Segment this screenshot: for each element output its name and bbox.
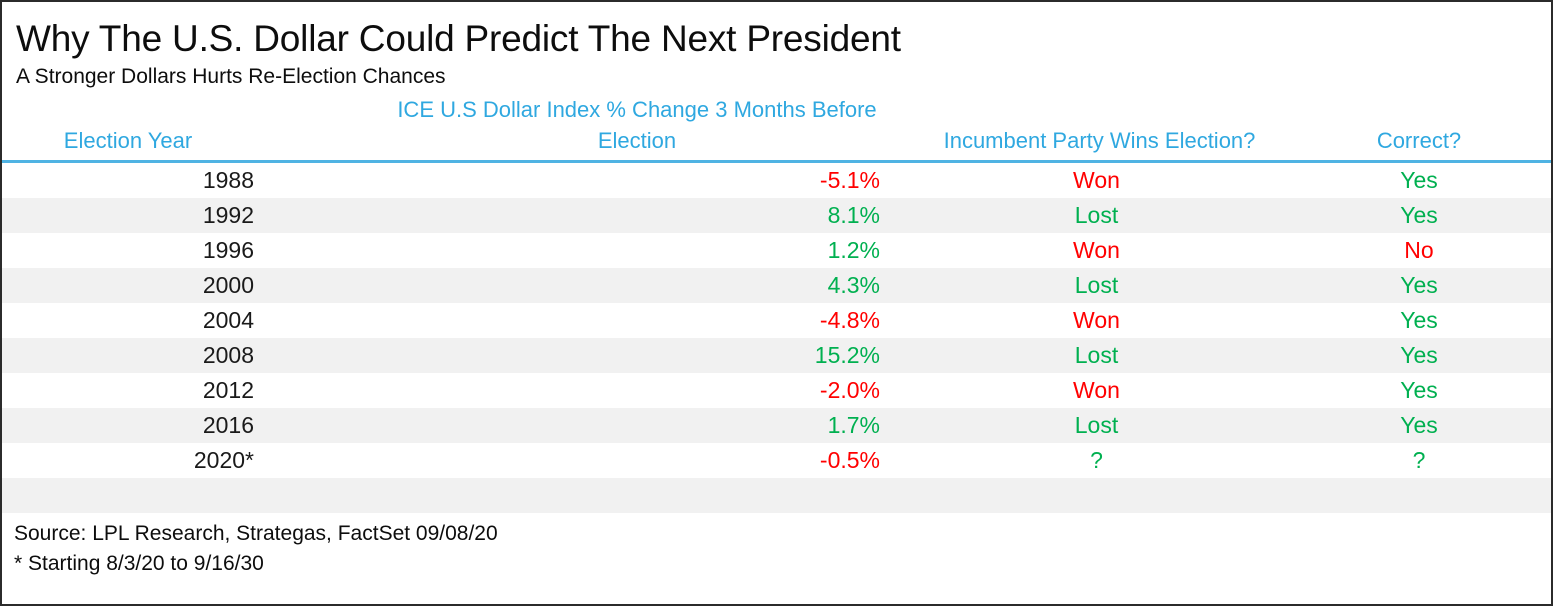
cell-dollar-change: 1.2% xyxy=(827,237,880,263)
cell-incumbent-wins: Won xyxy=(1073,307,1120,333)
cell-incumbent-wins: Won xyxy=(1073,167,1120,193)
cell-correct: ? xyxy=(1412,447,1426,473)
election-dollar-table: Election Year ICE U.S Dollar Index % Cha… xyxy=(2,94,1551,513)
cell-dollar-change: -2.0% xyxy=(819,377,880,403)
column-header-correct: Correct? xyxy=(1297,94,1551,163)
column-header-election-year: Election Year xyxy=(2,94,372,163)
cell-election-year: 2020* xyxy=(193,447,254,473)
table-body: 1988 -5.1% Won Yes 1992 8.1% Lost Yes 1996 1.2% Wo… xyxy=(2,162,1551,513)
cell-election-year: 1988 xyxy=(202,167,254,193)
cell-correct: Yes xyxy=(1297,408,1551,443)
cell-correct: Yes xyxy=(1400,167,1438,193)
spacer-cell xyxy=(2,478,372,513)
asterisk-note: * Starting 8/3/20 to 9/16/30 xyxy=(14,552,264,575)
cell-correct: Yes xyxy=(1400,307,1438,333)
cell-incumbent-wins: ? xyxy=(1090,447,1103,473)
footnote-block: Source: LPL Research, Strategas, FactSet… xyxy=(2,513,1551,579)
table-row: 2020* -0.5%?? xyxy=(2,443,1551,478)
cell-incumbent-wins: Lost xyxy=(902,408,1297,443)
cell-election-year: 1996 xyxy=(202,237,254,263)
cell-election-year: 2004 xyxy=(202,307,254,333)
table-row: 2012 -2.0% Won Yes xyxy=(2,373,1551,408)
table-row: 2000 4.3% Lost Yes xyxy=(2,268,1551,303)
cell-dollar-change: -5.1% xyxy=(819,167,880,193)
title-block: Why The U.S. Dollar Could Predict The Ne… xyxy=(2,2,1551,90)
cell-dollar-change: 15.2% xyxy=(372,338,902,373)
table-header: Election Year ICE U.S Dollar Index % Cha… xyxy=(2,94,1551,163)
spacer-cell xyxy=(902,478,1297,513)
cell-incumbent-wins: Lost xyxy=(902,338,1297,373)
cell-incumbent-wins: Won xyxy=(1073,377,1120,403)
column-header-dollar-change: ICE U.S Dollar Index % Change 3 Months B… xyxy=(372,94,902,163)
spacer-cell xyxy=(372,478,902,513)
cell-correct: Yes xyxy=(1297,198,1551,233)
cell-dollar-change: 8.1% xyxy=(372,198,902,233)
figure-container: Why The U.S. Dollar Could Predict The Ne… xyxy=(0,0,1553,606)
page-subtitle: A Stronger Dollars Hurts Re-Election Cha… xyxy=(16,65,446,88)
table-row: 1996 1.2% Won No xyxy=(2,233,1551,268)
table-row: 1992 8.1% Lost Yes xyxy=(2,198,1551,233)
source-note: Source: LPL Research, Strategas, FactSet… xyxy=(14,522,498,545)
cell-election-year: 2016 xyxy=(2,408,372,443)
page-title: Why The U.S. Dollar Could Predict The Ne… xyxy=(16,18,901,59)
cell-election-year: 2000 xyxy=(2,268,372,303)
table-row: 2008 15.2% Lost Yes xyxy=(2,338,1551,373)
column-header-incumbent-wins: Incumbent Party Wins Election? xyxy=(902,94,1297,163)
cell-election-year: 1992 xyxy=(2,198,372,233)
cell-dollar-change: -0.5% xyxy=(819,447,880,473)
table-row: 2016 1.7% Lost Yes xyxy=(2,408,1551,443)
table-spacer-row xyxy=(2,478,1551,513)
cell-correct: Yes xyxy=(1297,268,1551,303)
cell-dollar-change: -4.8% xyxy=(819,307,880,333)
spacer-cell xyxy=(1297,478,1551,513)
header-row: Election Year ICE U.S Dollar Index % Cha… xyxy=(2,94,1551,163)
cell-incumbent-wins: Lost xyxy=(902,268,1297,303)
table-wrapper: Election Year ICE U.S Dollar Index % Cha… xyxy=(2,94,1551,513)
cell-correct: Yes xyxy=(1400,377,1438,403)
cell-incumbent-wins: Won xyxy=(1073,237,1120,263)
cell-dollar-change: 1.7% xyxy=(372,408,902,443)
cell-election-year: 2012 xyxy=(202,377,254,403)
cell-election-year: 2008 xyxy=(2,338,372,373)
cell-correct: No xyxy=(1404,237,1434,263)
cell-correct: Yes xyxy=(1297,338,1551,373)
table-row: 1988 -5.1% Won Yes xyxy=(2,162,1551,199)
table-row: 2004 -4.8% Won Yes xyxy=(2,303,1551,338)
cell-dollar-change: 4.3% xyxy=(372,268,902,303)
cell-incumbent-wins: Lost xyxy=(902,198,1297,233)
